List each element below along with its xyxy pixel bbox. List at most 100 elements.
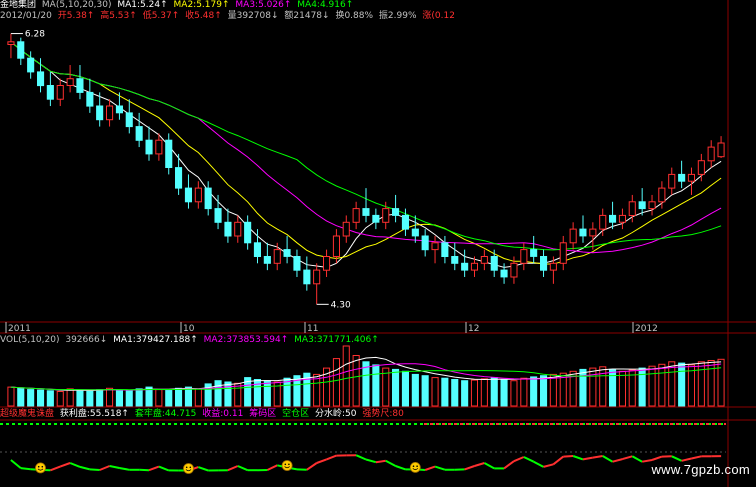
- candle-body: [569, 228, 577, 244]
- volume-bar: [461, 380, 469, 407]
- candle-body: [431, 242, 439, 251]
- smiley-eye-icon: [41, 465, 44, 468]
- candle-body: [401, 214, 409, 230]
- volume-bar: [421, 375, 429, 407]
- smiley-icon: [183, 463, 194, 474]
- candle-body: [559, 242, 567, 264]
- indicator-trapped: 套牢盘:44.715: [134, 409, 197, 419]
- candle-body: [589, 228, 597, 237]
- indicator-line-segment: [691, 455, 702, 460]
- indicator-line-segment: [69, 462, 81, 468]
- smiley-eye-icon: [185, 466, 188, 469]
- indicator-line-segment: [434, 465, 446, 471]
- candle-body: [678, 173, 686, 182]
- candle-body: [668, 173, 676, 189]
- volume-bar: [609, 368, 617, 407]
- candle-body: [451, 256, 459, 264]
- volume-bar: [362, 361, 370, 407]
- volume-bar: [165, 389, 173, 407]
- candle-body: [717, 142, 725, 158]
- volume-bar: [214, 380, 222, 407]
- indicator-line-segment: [306, 462, 318, 471]
- volume-bar: [76, 389, 84, 407]
- indicator-profit: 获利盘:55.518↑: [59, 409, 129, 419]
- candle-body: [687, 173, 696, 182]
- volume-bar: [115, 389, 124, 407]
- volume-header: VOL(5,10,20) 392666↓ MA1:379427.188↑ MA2…: [0, 335, 382, 346]
- candle-body: [46, 85, 54, 100]
- candle-body: [56, 85, 64, 100]
- indicator-header: 超级魔鬼诛盘 获利盘:55.518↑ 套牢盘:44.715 收益:0.11 筹码…: [0, 409, 407, 420]
- volume-bar: [392, 368, 400, 407]
- candle-body: [520, 249, 528, 264]
- volume-bar: [530, 376, 538, 407]
- volume-bar: [540, 375, 548, 407]
- candle-body: [66, 78, 74, 86]
- candle-body: [273, 249, 281, 264]
- candle-body: [342, 221, 350, 237]
- candle-body: [540, 256, 548, 271]
- volume-bar: [678, 362, 686, 407]
- volume-bar: [510, 380, 518, 407]
- smiley-icon: [35, 462, 46, 474]
- indicator-line-segment: [197, 466, 209, 472]
- indicator-line-segment: [59, 462, 71, 468]
- candle-body: [470, 262, 478, 271]
- volume-bar: [125, 390, 133, 407]
- candle-body: [530, 249, 538, 257]
- vol-ma2: MA2:373853.594↑: [203, 335, 289, 345]
- volume-bar: [106, 387, 114, 407]
- candle-body: [352, 208, 360, 223]
- volume-bar: [224, 381, 232, 407]
- indicator-line-segment: [375, 459, 386, 464]
- indicator-chip-zone: 筹码区: [249, 409, 277, 419]
- candle-body: [323, 256, 331, 271]
- volume-bar: [175, 387, 183, 407]
- indicator-line-segment: [552, 455, 564, 466]
- indicator-watershed: 分水岭:50: [314, 409, 357, 419]
- candle-body: [658, 187, 666, 203]
- vol-ma1: MA1:379427.188↑: [113, 335, 198, 345]
- indicator-line-segment: [10, 459, 22, 469]
- volume-label: VOL(5,10,20): [0, 335, 60, 345]
- candle-body: [628, 201, 636, 217]
- indicator-line-segment: [651, 455, 663, 461]
- candle-body: [165, 139, 173, 168]
- indicator-line-segment: [533, 460, 544, 468]
- candle-body: [618, 214, 627, 223]
- candle-body: [303, 269, 311, 285]
- indicator-line-segment: [582, 456, 593, 461]
- volume-bar: [697, 361, 705, 407]
- candle-body: [461, 262, 469, 271]
- candle-body: [392, 208, 400, 216]
- candle-body: [27, 57, 35, 73]
- smiley-eye-icon: [37, 465, 40, 468]
- ma2-line: [10, 41, 722, 265]
- candle-body: [244, 221, 252, 244]
- indicator-line-segment: [326, 454, 337, 461]
- candle-body: [106, 105, 114, 121]
- volume-bar: [155, 389, 163, 407]
- candle-body: [7, 41, 15, 45]
- ma1-line: [10, 41, 722, 268]
- indicator-empty-zone: 空仓区: [282, 409, 310, 419]
- candle-body: [283, 249, 291, 257]
- volume-bar: [618, 370, 627, 407]
- candle-body: [332, 235, 340, 257]
- volume-bar: [520, 377, 528, 407]
- indicator-line-segment: [671, 455, 683, 462]
- indicator-line-segment: [602, 455, 614, 463]
- volume-bar: [401, 370, 409, 407]
- smiley-eye-icon: [189, 466, 192, 469]
- x-axis-label: 10: [183, 324, 195, 334]
- candle-body: [441, 242, 449, 258]
- volume-bar: [184, 386, 192, 407]
- candle-body: [490, 256, 498, 271]
- smiley-icon: [409, 461, 421, 473]
- volume-bar: [66, 388, 74, 407]
- x-axis-label: 12: [468, 324, 479, 334]
- candle-body: [480, 256, 488, 264]
- candle-body: [17, 41, 25, 59]
- volume-bar: [96, 389, 104, 407]
- volume-bar: [46, 390, 54, 407]
